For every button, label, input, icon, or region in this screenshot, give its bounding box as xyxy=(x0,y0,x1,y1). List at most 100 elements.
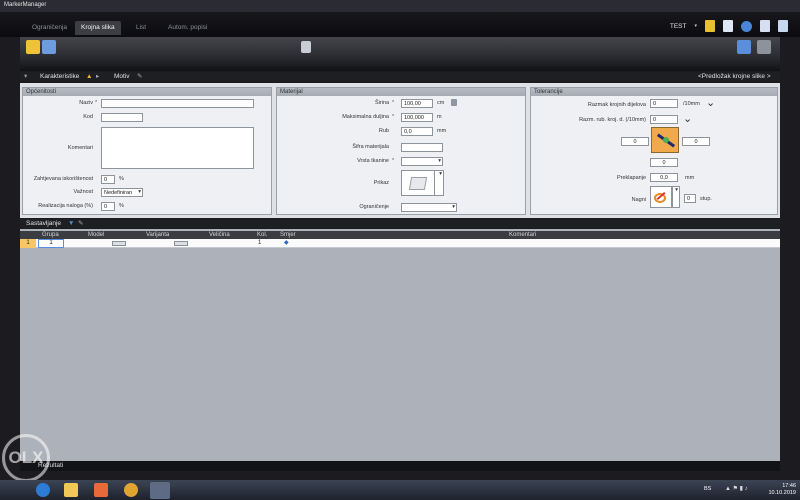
edit-icon[interactable]: ✎ xyxy=(78,219,83,228)
width-unit: cm xyxy=(437,100,445,106)
top-right-toolbar: TEST ▾ xyxy=(670,18,788,34)
document-icon[interactable] xyxy=(723,20,733,32)
save-icon[interactable] xyxy=(42,40,56,54)
required-marker: * xyxy=(95,100,98,106)
tab-ogranicenja[interactable]: Ograničenja xyxy=(26,21,73,35)
delete-icon[interactable] xyxy=(757,40,771,54)
new-marker-icon[interactable] xyxy=(26,40,40,54)
fabric-type-label: Vrsta tkanine xyxy=(357,158,389,164)
fabric-display-icon[interactable] xyxy=(401,170,435,196)
col-header-comments[interactable]: Komentari xyxy=(509,231,536,239)
maxlen-input[interactable]: 100,000 xyxy=(401,113,433,122)
assembly-title[interactable]: Sastavljanje xyxy=(26,219,61,228)
edge-dist-input[interactable]: 0 xyxy=(650,115,678,124)
filter-icon[interactable]: ▼ xyxy=(68,219,74,228)
chevron-down-icon-2[interactable]: ⌄ xyxy=(683,112,692,125)
realization-input[interactable]: 0 xyxy=(101,202,115,211)
row-number[interactable]: 1 xyxy=(20,239,36,248)
user-menu[interactable]: TEST xyxy=(670,23,687,30)
marker-app-icon[interactable] xyxy=(150,482,170,499)
book-icon[interactable] xyxy=(760,20,770,32)
direction-icon[interactable]: ◆ xyxy=(284,239,289,248)
fabric-roll-icon xyxy=(408,177,428,190)
table-row[interactable]: 1 1 1 ◆ xyxy=(20,239,780,248)
variant-browse-button[interactable] xyxy=(174,241,188,246)
tilt-dropdown[interactable] xyxy=(672,186,680,208)
olx-watermark: OLX xyxy=(2,434,50,482)
comment-textarea[interactable] xyxy=(101,127,254,169)
validity-select[interactable]: Nedefiniran xyxy=(101,188,143,197)
col-header-group[interactable]: Grupa xyxy=(42,231,59,239)
tilt-input[interactable]: 0 xyxy=(684,194,696,203)
language-indicator[interactable]: BS xyxy=(704,486,711,492)
general-panel-title: Općenitosti xyxy=(23,88,271,96)
user-dropdown-icon[interactable]: ▾ xyxy=(694,23,697,29)
col-header-size[interactable]: Veličina xyxy=(209,231,230,239)
tolerance-bottom-input[interactable]: 0 xyxy=(650,158,678,167)
material-code-input[interactable] xyxy=(401,143,443,152)
col-header-qty[interactable]: Kol. xyxy=(257,231,267,239)
assembly-header: Sastavljanje ▼ ✎ xyxy=(20,219,780,228)
material-code-label: Šifra materijala xyxy=(352,144,389,150)
lock-icon[interactable] xyxy=(451,99,457,106)
display-dropdown[interactable] xyxy=(435,170,444,196)
tab-list[interactable]: List xyxy=(130,21,152,35)
tab-krojna-slika[interactable]: Krojna slika xyxy=(75,21,121,35)
width-input[interactable]: 100,00 xyxy=(401,99,433,108)
overlap-unit: mm xyxy=(685,175,695,181)
spacing-label: Razmak krojnih dijelova xyxy=(587,102,646,108)
code-label: Kod xyxy=(83,114,93,120)
material-panel-title: Materijal xyxy=(277,88,525,96)
grid-empty-area xyxy=(20,249,780,461)
width-label: Širina xyxy=(374,100,389,106)
marker-template-link[interactable]: <Predložak krojne slike > xyxy=(698,72,771,81)
explorer-icon[interactable] xyxy=(64,483,78,497)
code-input[interactable] xyxy=(101,113,143,122)
collapse-icon[interactable]: ▾ xyxy=(24,72,27,81)
characteristics-header: ▾ Karakteristike ▲ ▸ Motiv ✎ <Predložak … xyxy=(20,72,780,81)
arrow-right-icon: ▸ xyxy=(96,73,100,80)
ie-icon[interactable] xyxy=(36,483,50,497)
group-cell[interactable]: 1 xyxy=(38,239,64,248)
clock[interactable]: 17:46 10.10.2019 xyxy=(768,483,796,497)
col-header-variant[interactable]: Varijanta xyxy=(146,231,169,239)
percent-label-2: % xyxy=(119,203,124,209)
tray-icons[interactable]: ▲ ⚑ ▮ ♪ xyxy=(725,485,748,492)
required-util-input[interactable]: 0 xyxy=(101,175,115,184)
tab-autom-popisi[interactable]: Autom. popisi xyxy=(162,21,213,35)
folder-icon[interactable] xyxy=(705,20,715,32)
tab-motif[interactable]: Motiv xyxy=(114,72,130,81)
col-header-direction[interactable]: Smjer xyxy=(280,231,296,239)
edge-label: Rub xyxy=(378,128,389,134)
chevron-down-icon[interactable]: ⌄ xyxy=(706,96,715,109)
properties-area: Općenitosti Naziv * Kod Komentari Zahtje… xyxy=(20,83,780,218)
overlap-input[interactable]: 0,0 xyxy=(650,173,678,182)
required-util-label: Zahtjevana iskorištenost xyxy=(33,176,93,182)
media-player-icon[interactable] xyxy=(94,483,108,497)
info-icon[interactable] xyxy=(741,20,752,32)
material-panel: Materijal Širina * 100,00 cm Maksimalna … xyxy=(276,87,526,215)
fabric-type-select[interactable] xyxy=(401,157,443,166)
limit-select[interactable] xyxy=(401,203,457,212)
help-icon[interactable] xyxy=(778,20,788,32)
tab-characteristics[interactable]: Karakteristike xyxy=(40,72,79,81)
edge-unit: mm xyxy=(437,128,447,134)
required-marker: * xyxy=(392,100,395,106)
tolerance-left-input[interactable]: 0 xyxy=(621,137,649,146)
tolerance-panel-title: Tolerancije xyxy=(531,88,777,96)
pin-icon[interactable]: ✎ xyxy=(137,72,142,81)
calculate-icon[interactable] xyxy=(737,40,751,54)
tilt-icon[interactable] xyxy=(650,186,672,208)
clipboard-icon[interactable] xyxy=(301,41,311,53)
edge-input[interactable]: 0,0 xyxy=(401,127,433,136)
tolerance-right-input[interactable]: 0 xyxy=(682,137,710,146)
col-header-model[interactable]: Model xyxy=(88,231,104,239)
model-browse-button[interactable] xyxy=(112,241,126,246)
qty-cell[interactable]: 1 xyxy=(258,239,261,248)
general-panel: Općenitosti Naziv * Kod Komentari Zahtje… xyxy=(22,87,272,215)
name-input[interactable] xyxy=(101,99,254,108)
chrome-icon[interactable] xyxy=(124,483,138,497)
tolerance-panel: Tolerancije Razmak krojnih dijelova 0 /1… xyxy=(530,87,778,215)
spacing-unit: /10mm xyxy=(683,101,700,107)
spacing-input[interactable]: 0 xyxy=(650,99,678,108)
